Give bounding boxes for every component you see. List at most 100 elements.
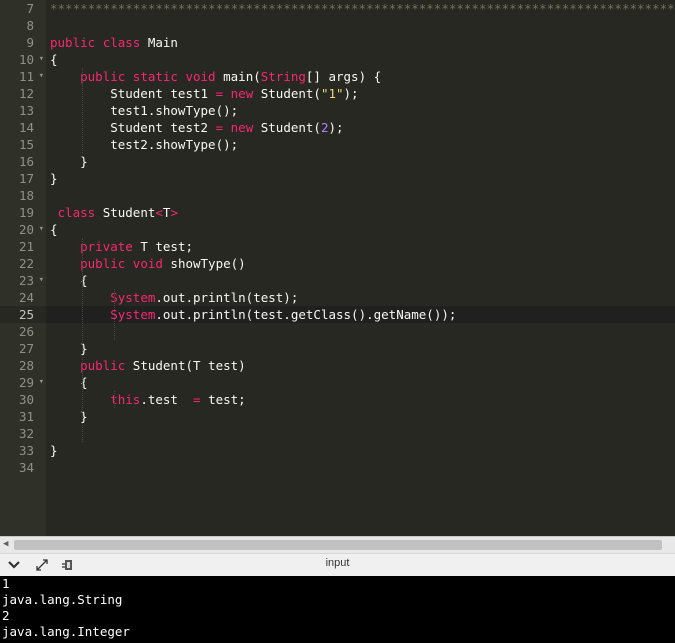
horizontal-scrollbar[interactable]: ◀: [0, 536, 675, 553]
line-number: 25: [0, 306, 46, 323]
code-line[interactable]: [46, 187, 50, 204]
code-line[interactable]: [46, 323, 50, 340]
console-output-line: 2: [2, 608, 10, 623]
line-number-text: 12: [18, 86, 34, 101]
code-line[interactable]: [46, 459, 50, 476]
line-number: 23 ▾: [0, 272, 46, 289]
console-output-line: java.lang.Integer: [2, 624, 130, 639]
console-output-line: 1: [2, 576, 10, 591]
fold-arrow-icon[interactable]: ▾: [39, 68, 44, 85]
fold-arrow-icon[interactable]: ▾: [39, 374, 44, 391]
code-line[interactable]: Student test1 = new Student("1");: [46, 85, 358, 102]
line-number-text: 34: [18, 460, 34, 475]
code-line[interactable]: test2.showType();: [46, 136, 238, 153]
line-number: 26: [0, 323, 46, 340]
line-number-text: 20: [18, 222, 34, 237]
line-number-text: 18: [18, 188, 34, 203]
line-number-text: 31: [18, 409, 34, 424]
fold-arrow-icon[interactable]: ▾: [39, 51, 44, 68]
line-number-text: 30: [18, 392, 34, 407]
code-line[interactable]: [46, 425, 50, 442]
indent-guide: [114, 391, 115, 408]
console-output: 1 java.lang.String 2 java.lang.Integer: [0, 576, 675, 643]
line-number-text: 32: [18, 426, 34, 441]
line-number: 7: [0, 0, 46, 17]
line-number: 13: [0, 102, 46, 119]
code-line[interactable]: private T test;: [46, 238, 193, 255]
line-number-text: 26: [18, 324, 34, 339]
line-number: 31: [0, 408, 46, 425]
line-number-text: 24: [18, 290, 34, 305]
line-number: 16: [0, 153, 46, 170]
fold-arrow-icon[interactable]: ▾: [39, 221, 44, 238]
line-number: 27: [0, 340, 46, 357]
line-number: 30: [0, 391, 46, 408]
line-number: 12: [0, 85, 46, 102]
line-number: 21: [0, 238, 46, 255]
line-number-text: 29: [18, 375, 34, 390]
line-number-text: 28: [18, 358, 34, 373]
line-number-text: 21: [18, 239, 34, 254]
console-toolbar: input: [0, 553, 675, 577]
scroll-left-arrow-icon[interactable]: ◀: [3, 539, 8, 549]
line-number: 9: [0, 34, 46, 51]
code-line[interactable]: public Student(T test): [46, 357, 246, 374]
line-number-text: 7: [26, 1, 34, 16]
console-output-line: java.lang.String: [2, 592, 123, 607]
line-number-text: 25: [18, 307, 34, 322]
line-number-text: 27: [18, 341, 34, 356]
code-line[interactable]: System.out.println(test.getClass().getNa…: [46, 306, 456, 323]
line-number: 11 ▾: [0, 68, 46, 85]
line-number-text: 19: [18, 205, 34, 220]
line-number: 15: [0, 136, 46, 153]
line-number-text: 15: [18, 137, 34, 152]
code-line[interactable]: }: [46, 442, 58, 459]
fold-arrow-icon[interactable]: ▾: [39, 272, 44, 289]
line-number-text: 10: [18, 52, 34, 67]
code-editor[interactable]: 7 ***************************************…: [0, 0, 675, 536]
console-input-label: input: [325, 557, 350, 569]
code-line[interactable]: test1.showType();: [46, 102, 238, 119]
code-line[interactable]: {: [46, 51, 58, 68]
line-number-text: 22: [18, 256, 34, 271]
line-number: 19: [0, 204, 46, 221]
scrollbar-thumb[interactable]: [14, 540, 662, 550]
line-number: 33: [0, 442, 46, 459]
line-number-text: 8: [26, 18, 34, 33]
code-line[interactable]: public class Main: [46, 34, 178, 51]
line-number-text: 13: [18, 103, 34, 118]
code-line[interactable]: class Student<T>: [46, 204, 178, 221]
line-number-text: 17: [18, 171, 34, 186]
code-line[interactable]: public void showType(): [46, 255, 246, 272]
line-number: 24: [0, 289, 46, 306]
line-number: 22: [0, 255, 46, 272]
line-number: 20 ▾: [0, 221, 46, 238]
line-number: 18: [0, 187, 46, 204]
code-line[interactable]: this.test = test;: [46, 391, 245, 408]
line-number-text: 23: [18, 273, 34, 288]
line-number: 8: [0, 17, 46, 34]
code-line[interactable]: ****************************************…: [46, 0, 675, 17]
code-line[interactable]: }: [46, 170, 58, 187]
line-number: 29 ▾: [0, 374, 46, 391]
line-number-text: 11: [18, 69, 34, 84]
code-line[interactable]: public static void main(String[] args) {: [46, 68, 381, 85]
indent-guide: [82, 238, 83, 442]
line-number-text: 9: [26, 35, 34, 50]
line-number: 10 ▾: [0, 51, 46, 68]
code-line[interactable]: System.out.println(test);: [46, 289, 298, 306]
code-line[interactable]: Student test2 = new Student(2);: [46, 119, 343, 136]
indent-guide: [82, 68, 83, 153]
line-number-text: 16: [18, 154, 34, 169]
line-number-text: 14: [18, 120, 34, 135]
indent-guide: [114, 289, 115, 340]
line-number: 14: [0, 119, 46, 136]
code-line[interactable]: }: [46, 153, 88, 170]
line-number: 28: [0, 357, 46, 374]
line-number: 17: [0, 170, 46, 187]
code-line[interactable]: {: [46, 221, 58, 238]
code-line[interactable]: [46, 17, 50, 34]
line-number: 34: [0, 459, 46, 476]
line-number: 32: [0, 425, 46, 442]
line-number-text: 33: [18, 443, 34, 458]
